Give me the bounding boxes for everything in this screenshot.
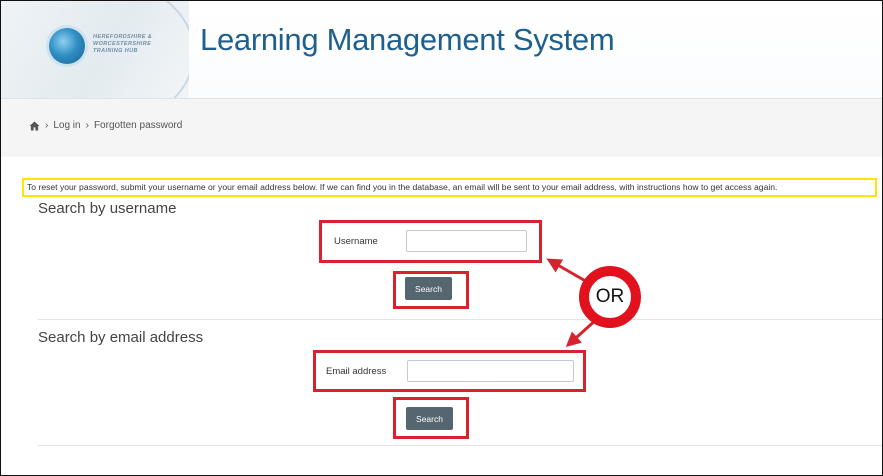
- logo-line: TRAINING HUB: [93, 48, 138, 54]
- page-frame: HEREFORDSHIRE & WORCESTERSHIRE TRAINING …: [0, 0, 883, 476]
- username-section-title: Search by username: [38, 200, 177, 217]
- section-divider: [38, 445, 882, 446]
- section-divider: [38, 319, 882, 320]
- username-label: Username: [334, 236, 378, 247]
- email-input[interactable]: [407, 360, 574, 382]
- breadcrumb-separator: ›: [85, 120, 89, 131]
- app-title: Learning Management System: [200, 22, 615, 57]
- site-header: HEREFORDSHIRE & WORCESTERSHIRE TRAINING …: [1, 1, 882, 99]
- breadcrumb-login-link[interactable]: Log in: [53, 120, 80, 131]
- email-section-title: Search by email address: [38, 329, 204, 346]
- username-input[interactable]: [406, 230, 527, 252]
- logo-emblem-icon: [49, 28, 85, 64]
- logo-text: HEREFORDSHIRE & WORCESTERSHIRE TRAINING …: [93, 34, 183, 55]
- home-icon[interactable]: [29, 120, 40, 131]
- breadcrumb: › Log in › Forgotten password: [29, 120, 182, 131]
- or-annotation-badge: OR: [579, 266, 641, 328]
- email-label: Email address: [326, 366, 387, 377]
- site-logo[interactable]: HEREFORDSHIRE & WORCESTERSHIRE TRAINING …: [1, 1, 189, 98]
- email-search-button[interactable]: Search: [406, 407, 453, 430]
- logo-line: WORCESTERSHIRE: [93, 41, 152, 47]
- breadcrumb-separator: ›: [45, 120, 49, 131]
- breadcrumb-current: Forgotten password: [93, 120, 183, 131]
- instructions-text: To reset your password, submit your user…: [22, 178, 877, 197]
- logo-line: HEREFORDSHIRE &: [93, 34, 153, 40]
- username-search-button[interactable]: Search: [405, 277, 452, 300]
